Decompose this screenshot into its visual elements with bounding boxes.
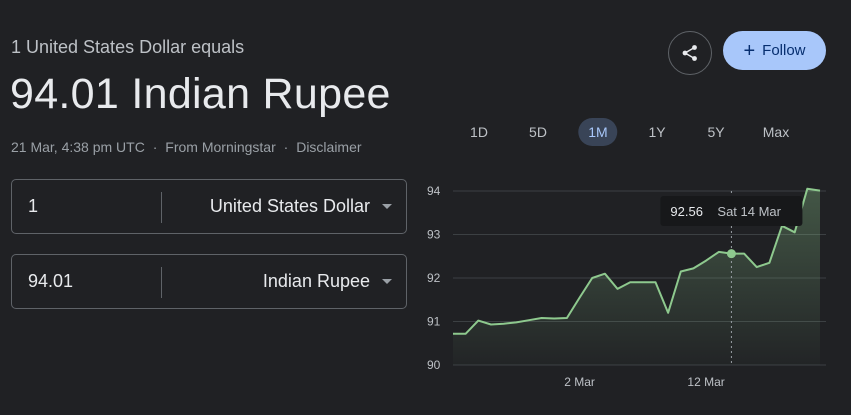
- y-tick-label: 92: [427, 271, 441, 285]
- x-tick-label: 12 Mar: [687, 375, 724, 389]
- hover-point: [726, 249, 736, 259]
- y-tick-label: 93: [427, 228, 441, 242]
- x-tick-label: 2 Mar: [564, 375, 595, 389]
- y-tick-label: 91: [427, 315, 441, 329]
- y-tick-label: 90: [427, 358, 441, 372]
- tooltip-date: Sat 14 Mar: [717, 204, 781, 219]
- exchange-rate-chart[interactable]: 90 91 92 93 94 2 Mar 12 Mar 92.56 Sat 14 Mar: [0, 0, 851, 415]
- tooltip-value: 92.56: [670, 204, 703, 219]
- y-tick-label: 94: [427, 184, 441, 198]
